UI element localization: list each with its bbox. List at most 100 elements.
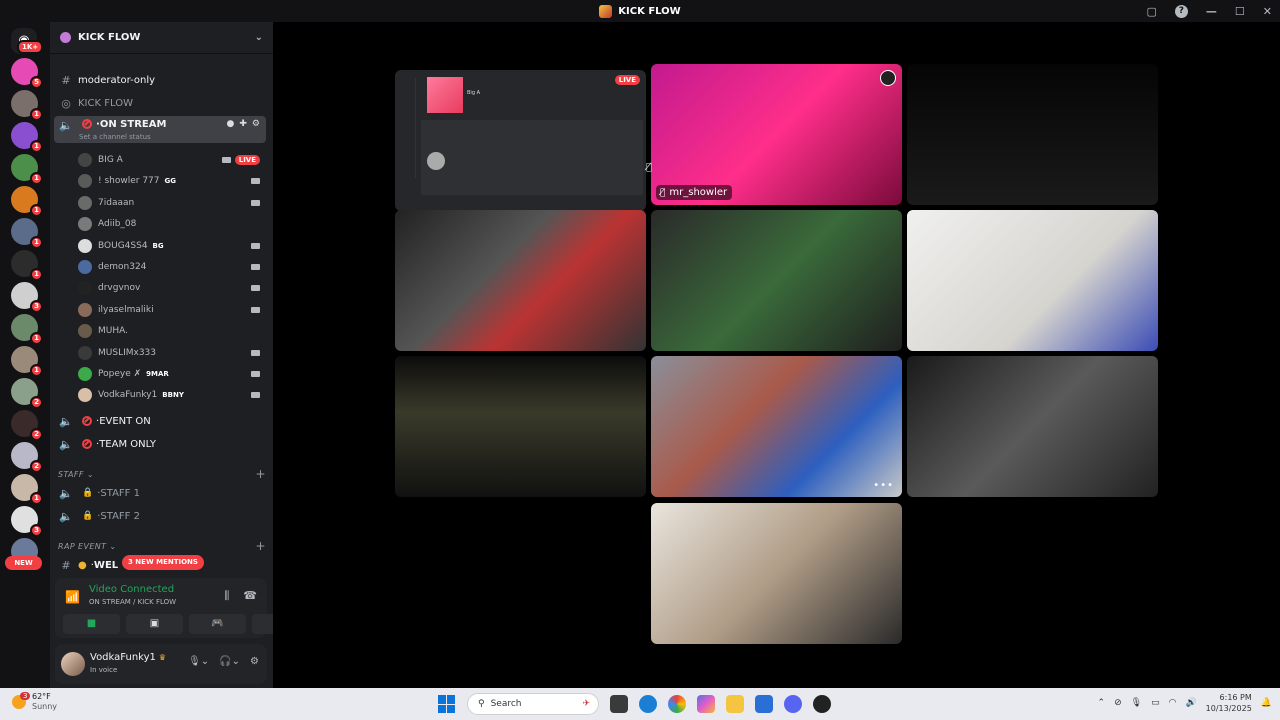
voice-status[interactable]: Video Connected	[89, 584, 174, 595]
noise-suppression-icon[interactable]: ⫼	[224, 589, 229, 603]
voice-channel-staff-2[interactable]: 🔈 🔒 · STAFF 2	[54, 506, 266, 526]
voice-member[interactable]: VodkaFunky1 BBNY	[78, 386, 266, 404]
video-tile[interactable]	[395, 356, 646, 497]
server-icon[interactable]: 1	[11, 186, 43, 217]
voice-location[interactable]: ON STREAM / KICK FLOW	[89, 598, 176, 606]
microphone-icon[interactable]: 🎙⌄	[188, 656, 209, 667]
voice-member[interactable]: ilyaselmaliki	[78, 301, 266, 319]
member-name: MUHA.	[98, 326, 128, 337]
video-tile[interactable]	[907, 64, 1158, 205]
voice-member[interactable]: BIG A LIVE	[78, 151, 266, 169]
signal-icon[interactable]: 📶	[65, 590, 80, 604]
voice-member[interactable]: MUHA.	[78, 322, 266, 340]
video-tile[interactable]	[395, 210, 646, 351]
category-staff[interactable]: STAFF ⌄ +	[58, 467, 266, 481]
network-off-icon[interactable]: ⊘	[1114, 698, 1122, 708]
voice-member[interactable]: drvgvnov	[78, 279, 266, 297]
inbox-icon[interactable]: ▢	[1147, 5, 1157, 18]
channel-moderator-only[interactable]: # moderator-only	[54, 70, 266, 90]
voice-member[interactable]: BOUG4SS4 BG	[78, 237, 266, 255]
discord-taskbar-icon[interactable]	[784, 695, 802, 713]
mic-tray-icon[interactable]: 🎙	[1131, 698, 1142, 708]
add-channel-icon[interactable]: +	[256, 467, 266, 481]
server-icon[interactable]: 1	[11, 474, 43, 505]
server-icon[interactable]: 1	[11, 346, 43, 377]
video-tile[interactable]	[651, 503, 902, 644]
voice-channel-on-stream[interactable]: 🔈 · ON STREAM Set a channel status ● ✚ ⚙	[54, 116, 266, 143]
username[interactable]: VodkaFunky1 ♛	[90, 652, 166, 663]
server-icon[interactable]: 1	[11, 314, 43, 345]
category-rap-event[interactable]: RAP EVENT ⌄ +	[58, 539, 266, 553]
notifications-icon[interactable]: 🔔	[1261, 698, 1272, 708]
clock[interactable]: 6:16 PM 10/13/2025	[1206, 692, 1252, 714]
server-icon[interactable]: 2	[11, 410, 43, 441]
voice-member[interactable]: Adiib_08	[78, 215, 266, 233]
channel-status[interactable]: Set a channel status	[79, 133, 151, 141]
server-icon[interactable]: 5	[11, 58, 43, 89]
invite-icon[interactable]: ✚	[239, 119, 247, 129]
server-icon[interactable]: 3	[11, 282, 43, 313]
wifi-icon[interactable]: ◠	[1169, 698, 1177, 708]
store-icon[interactable]	[755, 695, 773, 713]
video-tile[interactable]: 🎙̸ mr_showler	[651, 64, 902, 205]
minimize-button[interactable]: —	[1206, 5, 1217, 18]
speaker-icon: 🔈	[59, 509, 73, 523]
server-icon[interactable]: 1	[11, 250, 43, 281]
server-icon[interactable]: 1	[11, 90, 43, 121]
voice-channel-staff-1[interactable]: 🔈 🔒 · STAFF 1	[54, 483, 266, 503]
add-channel-icon[interactable]: +	[256, 539, 266, 553]
camera-button[interactable]: ■	[63, 614, 120, 634]
task-view-icon[interactable]	[610, 695, 628, 713]
headphones-icon[interactable]: 🎧⌄	[219, 656, 240, 667]
gear-icon[interactable]: ⚙	[252, 119, 260, 129]
disconnect-icon[interactable]: ☎	[243, 589, 257, 603]
video-tile[interactable]	[907, 210, 1158, 351]
stream-tile[interactable]: Big A LIVE	[395, 70, 646, 211]
server-icon[interactable]: 1	[11, 154, 43, 185]
screen-share-button[interactable]: ▣	[126, 614, 183, 634]
server-icon[interactable]: 1	[11, 218, 43, 249]
copilot-icon[interactable]	[697, 695, 715, 713]
file-explorer-icon[interactable]	[726, 695, 744, 713]
chat-icon[interactable]: ●	[227, 119, 235, 129]
close-button[interactable]: ✕	[1263, 5, 1272, 18]
display-icon[interactable]: ▭	[1151, 698, 1160, 708]
channel-kick-flow[interactable]: ◎ KICK FLOW	[54, 93, 266, 113]
voice-channel-team-only[interactable]: 🔈 · TEAM ONLY	[54, 434, 266, 454]
search-placeholder: Search	[490, 699, 522, 709]
chevron-up-icon[interactable]: ⌃	[1098, 698, 1106, 708]
voice-member[interactable]: 7idaaan	[78, 194, 266, 212]
avatar[interactable]	[61, 652, 85, 676]
voice-member[interactable]: demon324	[78, 258, 266, 276]
video-tile[interactable]	[907, 356, 1158, 497]
server-header[interactable]: KICK FLOW ⌄	[50, 22, 273, 54]
server-icon[interactable]: 1	[11, 122, 43, 153]
video-tile[interactable]: •••	[651, 356, 902, 497]
voice-member[interactable]: MUSLIMx333	[78, 344, 266, 362]
windows-start-icon[interactable]	[438, 695, 456, 713]
server-icon[interactable]: 2	[11, 442, 43, 473]
obs-icon[interactable]	[813, 695, 831, 713]
voice-member[interactable]: Popeye ✗ 9MAR	[78, 365, 266, 383]
more-options-icon[interactable]: •••	[873, 480, 894, 491]
voice-member[interactable]: ! showler 777 GG	[78, 172, 266, 190]
chrome-icon[interactable]	[668, 695, 686, 713]
new-mentions-pill[interactable]: 3 NEW MENTIONS	[122, 555, 204, 570]
weather-widget[interactable]: 3 62°F Sunny	[12, 692, 57, 712]
volume-icon[interactable]: 🔊	[1185, 698, 1196, 708]
new-unreads-pill[interactable]: NEW	[5, 556, 42, 570]
voice-actions: ⫼ ☎	[224, 589, 257, 603]
settings-gear-icon[interactable]: ⚙	[250, 656, 259, 667]
voice-channel-event-on[interactable]: 🔈 · EVENT ON	[54, 411, 266, 431]
member-name: BIG A	[98, 155, 123, 165]
channel-label: WEL	[93, 559, 119, 571]
video-tile[interactable]	[651, 210, 902, 351]
taskbar-search[interactable]: ⚲ Search ✈	[467, 693, 599, 715]
edge-icon[interactable]	[639, 695, 657, 713]
server-icon[interactable]: 2	[11, 378, 43, 409]
server-icon[interactable]: 3	[11, 506, 43, 537]
help-icon[interactable]: ?	[1174, 4, 1188, 18]
activity-button[interactable]: 🎮	[189, 614, 246, 634]
soundboard-button[interactable]: ✦	[252, 614, 273, 634]
maximize-button[interactable]: ☐	[1235, 5, 1245, 18]
